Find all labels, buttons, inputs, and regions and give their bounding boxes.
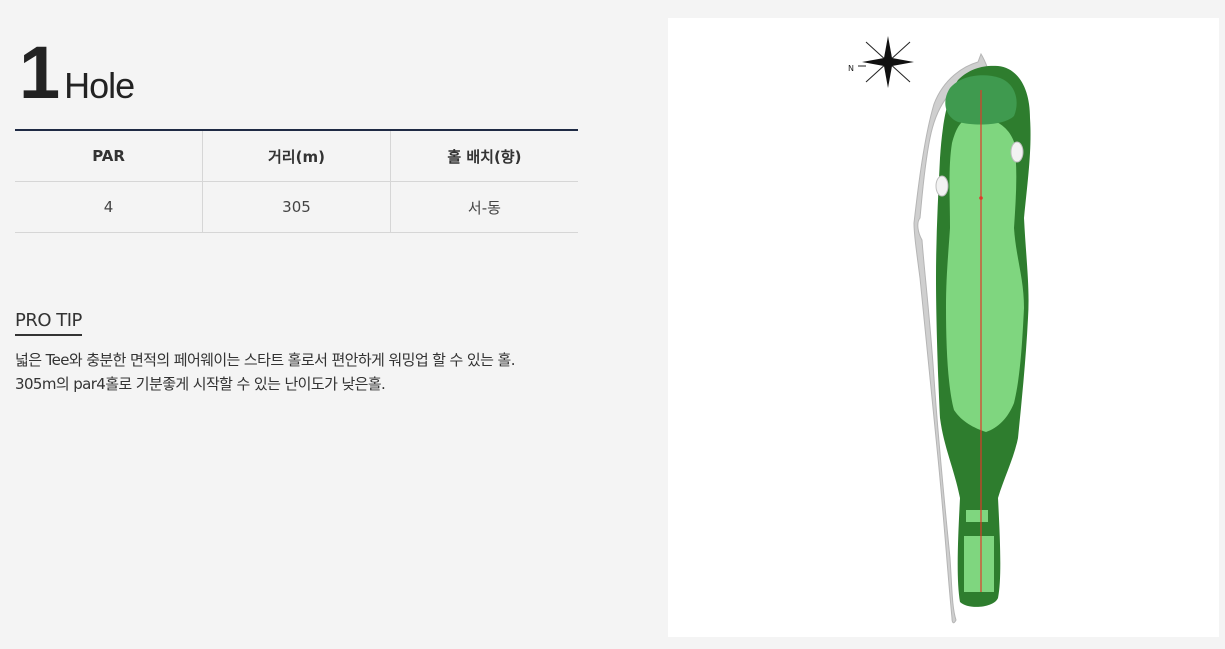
tee-box xyxy=(966,510,988,522)
distance-header: 거리(m) xyxy=(202,130,391,182)
hole-number: 1 xyxy=(19,31,60,114)
hole-map-panel: N xyxy=(668,18,1219,637)
compass-icon: N xyxy=(848,36,914,88)
fairway xyxy=(946,117,1024,432)
layout-header: 홀 배치(향) xyxy=(389,130,578,182)
pro-tip-line: 넓은 Tee와 충분한 면적의 페어웨이는 스타트 홀로서 편안하게 워밍업 할… xyxy=(15,351,515,369)
compass-letter: N xyxy=(848,64,854,73)
hole-word: Hole xyxy=(64,65,135,106)
hole-info-table: PAR 거리(m) 홀 배치(향) 4 305 서-동 xyxy=(15,129,578,233)
table-header-row: PAR 거리(m) 홀 배치(향) xyxy=(15,130,578,182)
pro-tip-text: 넓은 Tee와 충분한 면적의 페어웨이는 스타트 홀로서 편안하게 워밍업 할… xyxy=(15,348,585,396)
bunker xyxy=(935,175,949,197)
layout-value: 서-동 xyxy=(389,181,578,233)
pro-tip-heading: PRO TIP xyxy=(15,310,82,336)
pro-tip-line: 305m의 par4홀로 기분좋게 시작할 수 있는 난이도가 낮은홀. xyxy=(15,375,386,393)
target-point xyxy=(979,196,983,200)
par-header: PAR xyxy=(15,130,203,182)
hole-title: 1 Hole xyxy=(19,31,135,116)
distance-value: 305 xyxy=(202,181,391,233)
tee-box xyxy=(964,536,994,592)
table-row: 4 305 서-동 xyxy=(15,181,578,233)
hole-map: N xyxy=(848,36,1031,624)
bunker xyxy=(1010,141,1024,163)
par-value: 4 xyxy=(15,181,203,233)
